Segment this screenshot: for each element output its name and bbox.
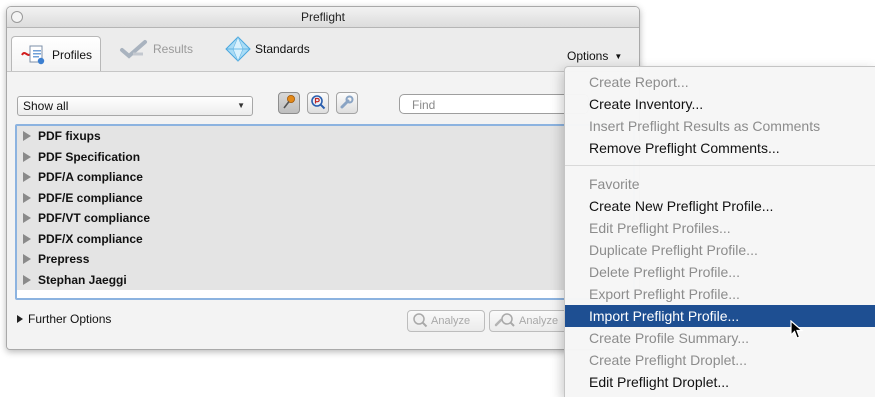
disclosure-triangle-icon bbox=[23, 192, 31, 203]
analyze-and-fix-button[interactable]: Analyze bbox=[489, 310, 569, 332]
tab-profiles[interactable]: Profiles bbox=[11, 36, 102, 72]
list-item[interactable]: PDF fixups bbox=[17, 126, 633, 147]
pushpin-icon bbox=[281, 94, 297, 113]
single-checks-button[interactable] bbox=[307, 92, 329, 114]
disclosure-triangle-icon bbox=[23, 213, 31, 223]
chevron-down-icon: ▼ bbox=[614, 52, 623, 61]
window-title: Preflight bbox=[300, 10, 346, 24]
title-bar: Preflight bbox=[7, 7, 639, 28]
profile-filter-select[interactable]: Show all ▼ bbox=[17, 96, 253, 116]
menu-item-edit-profiles[interactable]: Edit Preflight Profiles... bbox=[565, 217, 875, 239]
list-item[interactable]: PDF/E compliance bbox=[17, 188, 633, 209]
disclosure-triangle-icon bbox=[23, 254, 31, 264]
menu-item-remove-comments[interactable]: Remove Preflight Comments... bbox=[565, 137, 875, 159]
profiles-icon bbox=[20, 43, 48, 67]
options-label: Options bbox=[567, 49, 609, 63]
magnifier-icon bbox=[412, 312, 428, 331]
menu-item-export-profile[interactable]: Export Preflight Profile... bbox=[565, 283, 875, 305]
profile-list-items: PDF fixups PDF Specification PDF/A compl… bbox=[17, 126, 633, 290]
fixups-button[interactable] bbox=[336, 92, 358, 114]
find-input[interactable] bbox=[410, 96, 584, 114]
further-options-disclosure[interactable]: Further Options bbox=[17, 312, 111, 326]
disclosure-triangle-icon bbox=[23, 233, 31, 244]
list-item[interactable]: Prepress bbox=[17, 249, 633, 270]
wrench-icon bbox=[339, 94, 355, 113]
menu-item-delete-profile[interactable]: Delete Preflight Profile... bbox=[565, 261, 875, 283]
list-item[interactable]: Stephan Jaeggi bbox=[17, 270, 633, 291]
profile-filter-value: Show all bbox=[23, 99, 69, 113]
list-item[interactable]: PDF/X compliance bbox=[17, 229, 633, 250]
tab-standards-label: Standards bbox=[255, 42, 310, 56]
find-input-box[interactable] bbox=[399, 94, 589, 114]
menu-separator bbox=[565, 165, 875, 166]
wrench-magnifier-icon bbox=[494, 312, 516, 331]
profile-list[interactable]: PDF fixups PDF Specification PDF/A compl… bbox=[15, 124, 635, 300]
disclosure-triangle-icon bbox=[23, 131, 31, 141]
list-item[interactable]: PDF/A compliance bbox=[17, 167, 633, 188]
menu-item-duplicate-profile[interactable]: Duplicate Preflight Profile... bbox=[565, 239, 875, 261]
mouse-pointer-icon bbox=[790, 319, 804, 343]
analyze-label: Analyze bbox=[431, 315, 471, 327]
preflight-window: Preflight Profiles Results Standards Opt… bbox=[6, 6, 640, 350]
disclosure-triangle-icon bbox=[17, 315, 23, 323]
favorites-toggle-button[interactable] bbox=[278, 92, 300, 114]
analyze-button[interactable]: Analyze bbox=[407, 310, 485, 332]
tab-bar: Profiles Results Standards bbox=[7, 28, 639, 72]
magnifier-icon bbox=[310, 94, 326, 113]
tab-profiles-label: Profiles bbox=[52, 47, 93, 62]
menu-item-create-profile-summary[interactable]: Create Profile Summary... bbox=[565, 327, 875, 349]
menu-item-create-report[interactable]: Create Report... bbox=[565, 71, 875, 93]
disclosure-triangle-icon bbox=[23, 274, 31, 285]
list-item[interactable]: PDF/VT compliance bbox=[17, 208, 633, 229]
close-window-button[interactable] bbox=[11, 11, 23, 23]
tab-standards[interactable]: Standards bbox=[217, 34, 318, 64]
disclosure-triangle-icon bbox=[23, 151, 31, 162]
disclosure-triangle-icon bbox=[23, 172, 31, 182]
menu-item-insert-results-as-comments[interactable]: Insert Preflight Results as Comments bbox=[565, 115, 875, 137]
results-icon bbox=[119, 38, 149, 60]
standards-icon bbox=[225, 36, 251, 62]
options-dropdown-menu: Create Report... Create Inventory... Ins… bbox=[564, 66, 875, 397]
menu-item-create-new-profile[interactable]: Create New Preflight Profile... bbox=[565, 195, 875, 217]
menu-item-create-droplet[interactable]: Create Preflight Droplet... bbox=[565, 349, 875, 371]
options-menu-button[interactable]: Options ▼ bbox=[567, 49, 622, 63]
menu-item-create-inventory[interactable]: Create Inventory... bbox=[565, 93, 875, 115]
analyze-and-fix-label: Analyze bbox=[519, 315, 559, 327]
tab-results[interactable]: Results bbox=[111, 34, 201, 64]
profiles-panel: Show all ▼ Find PDF fixups PDF Specifica… bbox=[7, 71, 639, 349]
chevron-down-icon: ▼ bbox=[237, 101, 245, 110]
menu-item-edit-droplet[interactable]: Edit Preflight Droplet... bbox=[565, 371, 875, 393]
menu-item-favorite[interactable]: Favorite bbox=[565, 173, 875, 195]
list-item[interactable]: PDF Specification bbox=[17, 147, 633, 168]
tab-results-label: Results bbox=[153, 42, 194, 56]
menu-item-import-profile[interactable]: Import Preflight Profile... bbox=[565, 305, 875, 327]
further-options-label: Further Options bbox=[28, 312, 112, 326]
